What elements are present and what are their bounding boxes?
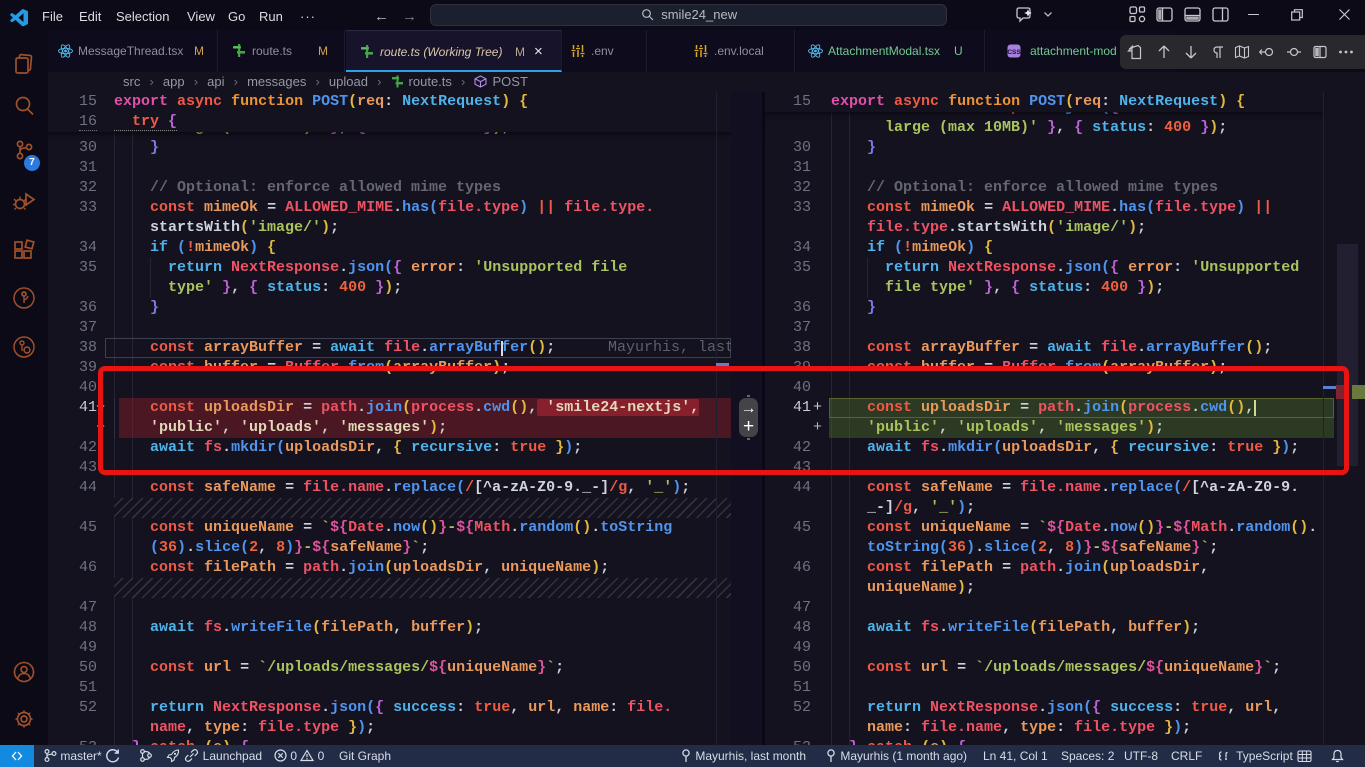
svg-text:CSS: CSS: [1007, 49, 1021, 56]
